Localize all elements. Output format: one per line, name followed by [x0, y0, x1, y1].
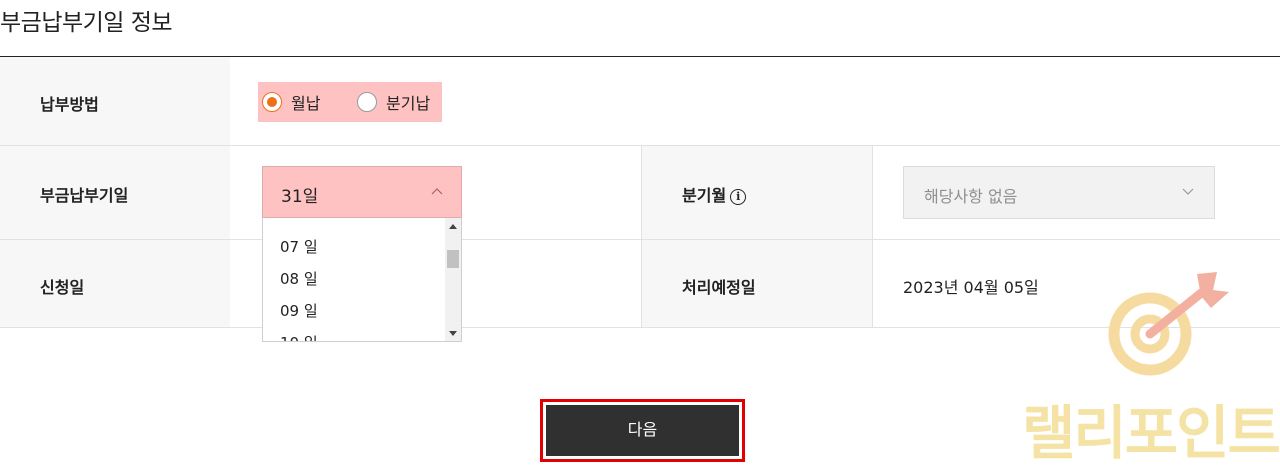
- dropdown-list: 06 일 07 일 08 일 09 일 10 일: [263, 218, 447, 341]
- dart-target-icon: [1108, 272, 1229, 376]
- label-cell-application-date: [0, 240, 230, 328]
- watermark-text: 랠리포인트: [1022, 399, 1280, 467]
- scroll-down-arrow-icon[interactable]: [449, 331, 457, 336]
- info-icon[interactable]: i: [730, 189, 747, 205]
- dropdown-option[interactable]: 09 일: [263, 295, 447, 327]
- quarter-month-label-text: 분기월: [682, 186, 727, 205]
- scroll-thumb[interactable]: [447, 250, 459, 268]
- radio-monthly[interactable]: 월납: [262, 82, 320, 122]
- radio-monthly-label: 월납: [291, 94, 321, 113]
- quarter-month-select: 해당사항 없음: [903, 166, 1215, 219]
- radio-checked-icon: [262, 92, 282, 112]
- scheduled-processing-label: 처리예정일: [682, 278, 756, 297]
- chevron-down-icon: [1182, 188, 1194, 195]
- application-date-label: 신청일: [40, 278, 85, 297]
- radio-quarterly[interactable]: 분기납: [357, 82, 430, 122]
- payment-method-label: 납부방법: [40, 95, 99, 114]
- dropdown-option[interactable]: 08 일: [263, 263, 447, 295]
- section-title: 부금납부기일 정보: [0, 10, 173, 36]
- radio-quarterly-label: 분기납: [386, 94, 431, 113]
- chevron-up-icon: [431, 188, 443, 195]
- dropdown-option[interactable]: 07 일: [263, 231, 447, 263]
- due-day-select[interactable]: 31일: [262, 166, 462, 218]
- v-divider-right: [872, 146, 873, 328]
- quarter-month-value: 해당사항 없음: [924, 187, 1018, 206]
- scheduled-processing-value: 2023년 04월 05일: [903, 278, 1039, 297]
- due-day-label: 부금납부기일: [40, 186, 129, 205]
- due-day-dropdown: 06 일 07 일 08 일 09 일 10 일: [262, 218, 462, 342]
- radio-unchecked-icon: [357, 92, 377, 112]
- next-button[interactable]: 다음: [546, 405, 739, 456]
- dropdown-option[interactable]: 06 일: [263, 218, 447, 231]
- label-cell-quarter-month: [642, 146, 873, 239]
- label-cell-scheduled-processing: [642, 240, 872, 328]
- row-divider: [0, 327, 1280, 328]
- payment-method-radio-group: 월납 분기납: [258, 82, 442, 122]
- due-day-value: 31일: [281, 187, 319, 207]
- dropdown-scrollbar[interactable]: [445, 218, 461, 341]
- label-cell-payment-method: [0, 57, 230, 145]
- scroll-up-arrow-icon[interactable]: [449, 224, 457, 229]
- quarter-month-label: 분기월 i: [682, 182, 747, 206]
- dropdown-option[interactable]: 10 일: [263, 327, 447, 341]
